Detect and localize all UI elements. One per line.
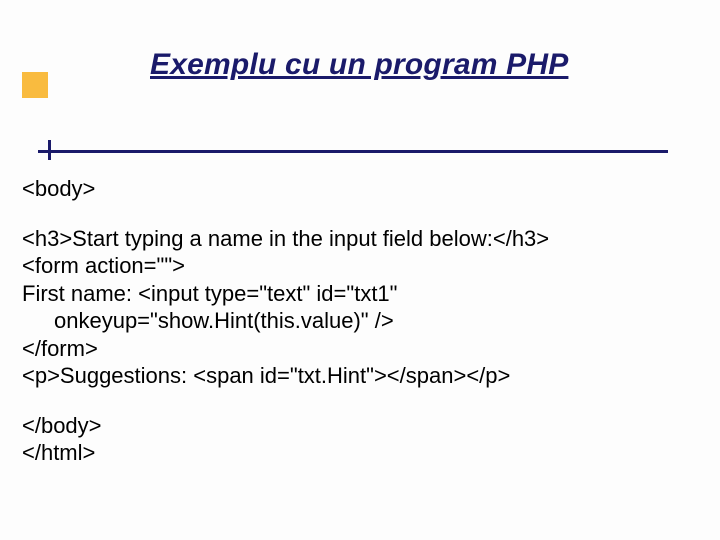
code-line: </body>: [22, 412, 692, 440]
code-line: First name: <input type="text" id="txt1": [22, 280, 692, 308]
code-line: <h3>Start typing a name in the input fie…: [22, 225, 692, 253]
slide-title: Exemplu cu un program PHP: [150, 48, 720, 82]
code-content: <body> <h3>Start typing a name in the in…: [22, 175, 692, 467]
code-line: </html>: [22, 439, 692, 467]
slide: Exemplu cu un program PHP <body> <h3>Sta…: [0, 0, 720, 540]
header-divider: [38, 150, 668, 153]
code-line: <p>Suggestions: <span id="txt.Hint"></sp…: [22, 362, 692, 390]
decorative-square: [22, 72, 48, 98]
code-line: <form action="">: [22, 252, 692, 280]
code-line: onkeyup="show.Hint(this.value)" />: [22, 307, 692, 335]
code-line: <body>: [22, 175, 692, 203]
header: Exemplu cu un program PHP: [0, 0, 720, 82]
code-line: </form>: [22, 335, 692, 363]
